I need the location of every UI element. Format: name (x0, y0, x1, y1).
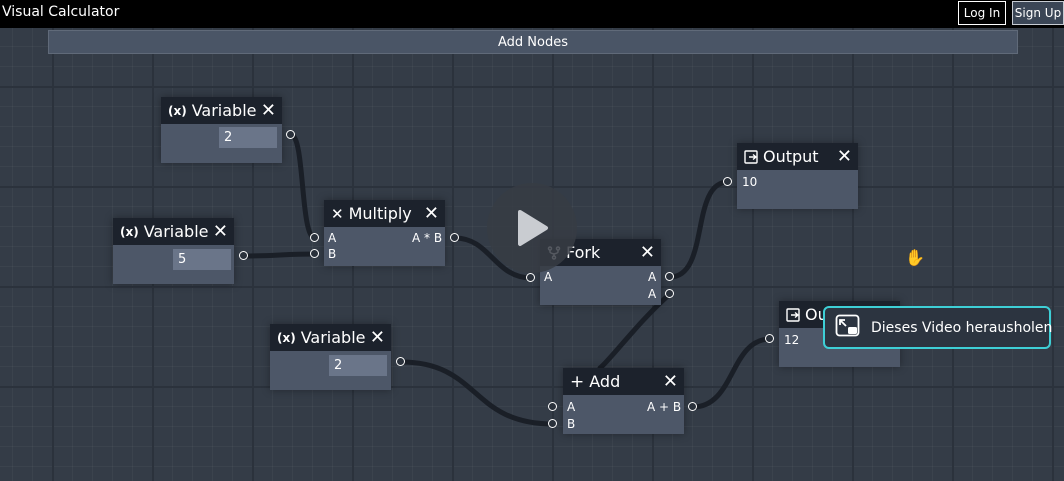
wire-variable1-multiply (288, 132, 318, 241)
variable-node-1[interactable]: (x) Variable ✕ 2 (161, 97, 282, 163)
variable-value-input[interactable]: 5 (173, 249, 231, 270)
node-title: Add (589, 372, 621, 391)
wire-fork-output1 (667, 179, 731, 280)
add-node[interactable]: + Add ✕ A B A + B (563, 368, 684, 434)
input-label-a: A (567, 400, 576, 414)
output-port[interactable] (688, 402, 697, 411)
play-icon (518, 210, 548, 246)
input-label-b: B (328, 247, 337, 261)
variable-value-input[interactable]: 2 (329, 355, 387, 376)
wire-add-output2 (690, 336, 773, 410)
node-title: Variable (191, 101, 257, 120)
output-port[interactable] (286, 130, 295, 139)
input-port[interactable] (723, 177, 732, 186)
node-header[interactable]: Output ✕ (737, 143, 858, 170)
close-icon[interactable]: ✕ (640, 243, 655, 262)
close-icon[interactable]: ✕ (837, 147, 852, 166)
node-header[interactable]: ✕ Multiply ✕ (324, 200, 445, 227)
node-header[interactable]: (x) Variable ✕ (161, 97, 282, 124)
variable-node-2[interactable]: (x) Variable ✕ 5 (113, 218, 234, 284)
input-port-a[interactable] (548, 402, 557, 411)
variable-value-input[interactable]: 2 (219, 127, 277, 148)
multiply-node[interactable]: ✕ Multiply ✕ A B A * B (324, 200, 445, 266)
node-title: Output (763, 147, 819, 166)
input-port-b[interactable] (548, 419, 557, 428)
plus-icon: + (570, 371, 585, 392)
wire-variable3-add (398, 359, 556, 427)
node-header[interactable]: (x) Variable ✕ (270, 324, 391, 351)
variable-icon: (x) (277, 330, 296, 345)
close-icon[interactable]: ✕ (261, 101, 276, 120)
input-port-a[interactable] (526, 273, 535, 282)
variable-icon: (x) (120, 224, 139, 239)
video-popout-button[interactable]: Dieses Video herausholen (823, 306, 1053, 349)
variable-node-3[interactable]: (x) Variable ✕ 2 (270, 324, 391, 390)
wire-fork-add (597, 291, 673, 371)
output-icon (786, 307, 800, 322)
video-play-button[interactable] (487, 183, 577, 273)
node-header[interactable]: (x) Variable ✕ (113, 218, 234, 245)
output-label: A + B (647, 400, 682, 414)
close-icon[interactable]: ✕ (370, 328, 385, 347)
output-port[interactable] (450, 233, 459, 242)
output-value: 12 (784, 333, 800, 347)
input-port[interactable] (765, 334, 774, 343)
output-label: A * B (412, 231, 443, 245)
output-node-1[interactable]: Output ✕ 10 (737, 143, 858, 209)
input-label-a: A (544, 270, 553, 284)
output-value: 10 (742, 175, 758, 189)
variable-icon: (x) (168, 103, 187, 118)
output-port[interactable] (396, 357, 405, 366)
close-icon[interactable]: ✕ (663, 372, 678, 391)
input-label-b: B (567, 417, 576, 431)
output-port[interactable] (239, 251, 248, 260)
node-title: Fork (566, 243, 601, 262)
hand-cursor-icon: ✋ (905, 248, 925, 267)
output-port-2[interactable] (665, 289, 674, 298)
output-label-2: A (648, 287, 657, 301)
multiply-icon: ✕ (331, 204, 344, 223)
close-icon[interactable]: ✕ (213, 222, 228, 241)
close-icon[interactable]: ✕ (424, 204, 439, 223)
node-title: Variable (300, 328, 366, 347)
wire-variable2-multiply (241, 251, 318, 259)
node-title: Multiply (348, 204, 412, 223)
output-label-1: A (648, 270, 657, 284)
input-port-b[interactable] (310, 249, 319, 258)
output-icon (744, 149, 758, 164)
input-port-a[interactable] (310, 233, 319, 242)
node-title: Variable (143, 222, 209, 241)
node-header[interactable]: + Add ✕ (563, 368, 684, 395)
picture-in-picture-icon (835, 314, 861, 342)
popout-label: Dieses Video herausholen (871, 319, 1053, 336)
input-label-a: A (328, 231, 337, 245)
output-port-1[interactable] (665, 272, 674, 281)
